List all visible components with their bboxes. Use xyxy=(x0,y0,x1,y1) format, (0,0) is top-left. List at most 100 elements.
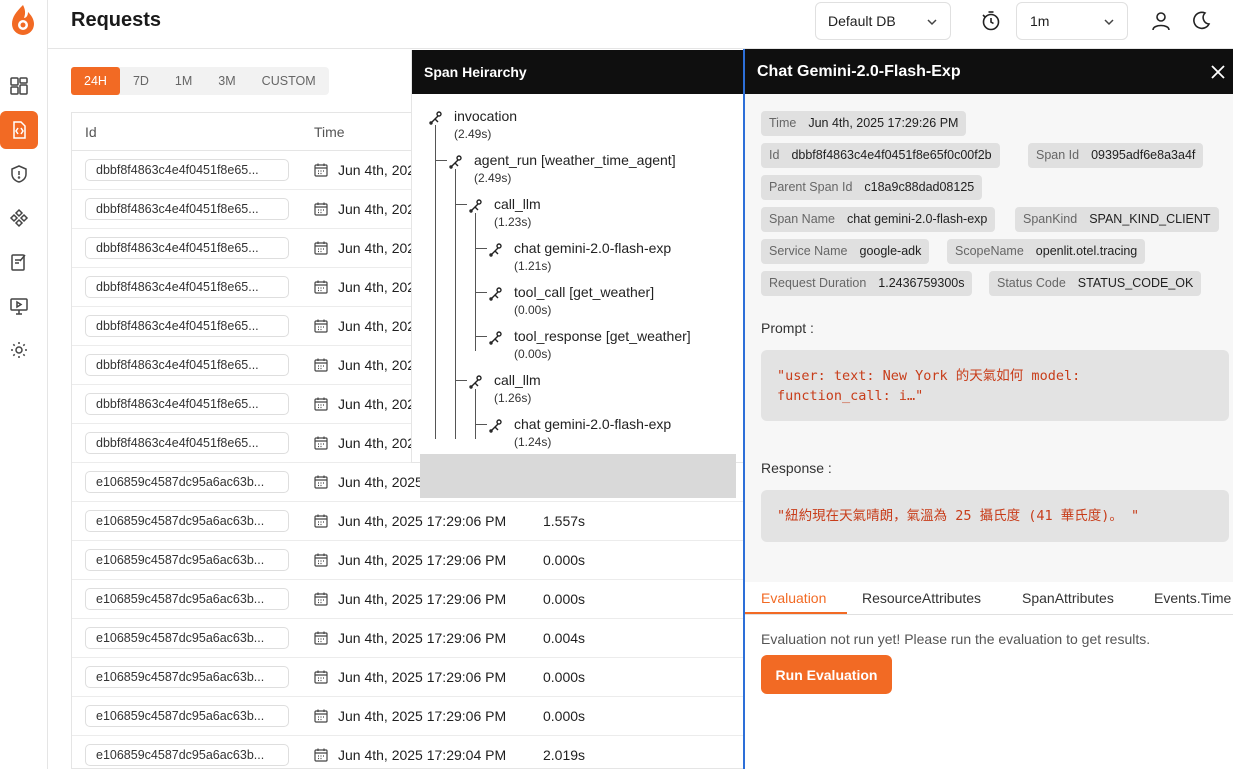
tab-span-attributes[interactable]: SpanAttributes xyxy=(1022,590,1114,606)
sidebar-item-dashboard[interactable] xyxy=(0,67,38,105)
sidebar-item-components[interactable] xyxy=(0,199,38,237)
request-id-chip[interactable]: dbbf8f4863c4e4f0451f8e65... xyxy=(85,237,289,259)
table-row[interactable]: e106859c4587dc95a6ac63b... Jun 4th, 2025 … xyxy=(72,697,743,736)
request-id-chip[interactable]: dbbf8f4863c4e4f0451f8e65... xyxy=(85,393,289,415)
sidebar-item-prompts[interactable] xyxy=(0,243,38,281)
request-id-chip[interactable]: e106859c4587dc95a6ac63b... xyxy=(85,588,289,610)
span-duration: (1.24s) xyxy=(514,435,552,449)
table-row[interactable]: e106859c4587dc95a6ac63b... Jun 4th, 2025 … xyxy=(72,619,743,658)
attr-chip-id: Id dbbf8f4863c4e4f0451f8e65f0c00f2b xyxy=(761,143,1000,168)
calendar-icon xyxy=(314,436,328,450)
table-row[interactable]: e106859c4587dc95a6ac63b... Jun 4th, 2025 … xyxy=(72,736,743,769)
request-id-chip[interactable]: e106859c4587dc95a6ac63b... xyxy=(85,627,289,649)
request-id-chip[interactable]: dbbf8f4863c4e4f0451f8e65... xyxy=(85,354,289,376)
request-id-chip[interactable]: e106859c4587dc95a6ac63b... xyxy=(85,744,289,766)
table-row[interactable]: e106859c4587dc95a6ac63b... Jun 4th, 2025 … xyxy=(72,502,743,541)
request-id-chip[interactable]: e106859c4587dc95a6ac63b... xyxy=(85,705,289,727)
tree-line xyxy=(455,380,467,381)
attr-chip-span-id: Span Id 09395adf6e8a3a4f xyxy=(1028,143,1204,168)
column-header-id[interactable]: Id xyxy=(85,124,97,140)
tab-resource-attributes[interactable]: ResourceAttributes xyxy=(862,590,981,606)
column-header-time[interactable]: Time xyxy=(314,124,345,140)
close-icon[interactable] xyxy=(1209,63,1227,81)
request-time: Jun 4th, 2025 17:29:06 PM xyxy=(338,552,507,568)
refresh-timer-icon[interactable] xyxy=(980,10,1002,32)
span-label: call_llm xyxy=(494,372,541,388)
prompt-line: function_call: i…" xyxy=(777,388,924,404)
span-icon xyxy=(489,243,502,257)
time-filter-7d[interactable]: 7D xyxy=(120,67,162,95)
time-filter-24h[interactable]: 24H xyxy=(71,67,120,95)
request-id-chip[interactable]: dbbf8f4863c4e4f0451f8e65... xyxy=(85,276,289,298)
sidebar xyxy=(0,0,48,769)
sidebar-item-requests[interactable] xyxy=(0,111,38,149)
database-select[interactable]: Default DB xyxy=(815,2,951,40)
request-duration: 0.000s xyxy=(543,591,586,607)
span-duration: (0.00s) xyxy=(514,303,552,317)
request-id-chip[interactable]: e106859c4587dc95a6ac63b... xyxy=(85,549,289,571)
time-filter-3m[interactable]: 3M xyxy=(205,67,248,95)
span-tree-node[interactable]: chat gemini-2.0-flash-exp (1.24s) xyxy=(488,416,728,456)
span-detail-header: Chat Gemini-2.0-Flash-Exp xyxy=(745,49,1233,94)
request-duration: 0.000s xyxy=(543,669,586,685)
tab-events-time[interactable]: Events.Time xyxy=(1154,590,1231,606)
span-label: chat gemini-2.0-flash-exp xyxy=(514,416,672,432)
request-time: Jun 4th, 2025 17:29:06 PM xyxy=(338,591,507,607)
request-duration: 1.557s xyxy=(543,513,586,529)
sidebar-item-guardrails[interactable] xyxy=(0,155,38,193)
calendar-icon xyxy=(314,748,328,762)
span-duration: (1.26s) xyxy=(494,391,532,405)
request-time: Jun 4th, 2025 17:29:06 PM xyxy=(338,708,507,724)
tree-line xyxy=(435,160,447,161)
request-id-chip[interactable]: e106859c4587dc95a6ac63b... xyxy=(85,510,289,532)
span-tree-node[interactable]: chat gemini-2.0-flash-exp (1.21s) xyxy=(488,240,728,280)
evaluation-message: Evaluation not run yet! Please run the e… xyxy=(761,631,1151,647)
table-row[interactable]: e106859c4587dc95a6ac63b... Jun 4th, 2025 … xyxy=(72,580,743,619)
request-time: Jun 4th, 2025 17:29:06 PM xyxy=(338,630,507,646)
span-tree-node[interactable]: invocation (2.49s) xyxy=(428,108,728,148)
time-filter-1m[interactable]: 1M xyxy=(162,67,205,95)
app: Requests Default DB 1m 24H 7D 1M 3M CUST… xyxy=(0,0,1233,769)
attr-chip-status-code: Status Code STATUS_CODE_OK xyxy=(989,271,1202,296)
top-bar: Requests Default DB 1m xyxy=(48,0,1233,49)
run-evaluation-button[interactable]: Run Evaluation xyxy=(761,655,892,694)
calendar-icon xyxy=(314,202,328,216)
table-row[interactable]: e106859c4587dc95a6ac63b... Jun 4th, 2025 … xyxy=(72,541,743,580)
span-tree-node[interactable]: call_llm (1.26s) xyxy=(468,372,728,412)
calendar-icon xyxy=(314,280,328,294)
request-id-chip[interactable]: e106859c4587dc95a6ac63b... xyxy=(85,666,289,688)
refresh-interval-select[interactable]: 1m xyxy=(1016,2,1128,40)
moon-icon[interactable] xyxy=(1190,10,1212,32)
response-label: Response : xyxy=(761,460,832,476)
attr-chip-service-name: Service Name google-adk xyxy=(761,239,930,264)
request-id-chip[interactable]: dbbf8f4863c4e4f0451f8e65... xyxy=(85,159,289,181)
refresh-interval-value: 1m xyxy=(1030,13,1050,29)
prompt-icon xyxy=(11,254,26,271)
request-time: Jun 4th, 2025 17:29:06 PM xyxy=(338,513,507,529)
span-tree-node[interactable]: tool_call [get_weather] (0.00s) xyxy=(488,284,728,324)
span-tree-node[interactable]: agent_run [weather_time_agent] (2.49s) xyxy=(448,152,728,192)
span-icon xyxy=(489,331,502,345)
attr-chip-request-duration: Request Duration 1.2436759300s xyxy=(761,271,973,296)
request-id-chip[interactable]: dbbf8f4863c4e4f0451f8e65... xyxy=(85,198,289,220)
calendar-icon xyxy=(314,241,328,255)
attr-chip-time: Time Jun 4th, 2025 17:29:26 PM xyxy=(761,111,967,136)
attr-chip-span-kind: SpanKind SPAN_KIND_CLIENT xyxy=(1015,207,1219,232)
logo-icon[interactable] xyxy=(6,2,40,38)
time-filter-custom[interactable]: CUSTOM xyxy=(249,67,329,95)
span-detail-title: Chat Gemini-2.0-Flash-Exp xyxy=(757,63,961,80)
evaluation-tab-content: Evaluation not run yet! Please run the e… xyxy=(745,615,1233,769)
tab-evaluation[interactable]: Evaluation xyxy=(761,590,826,606)
table-row[interactable]: e106859c4587dc95a6ac63b... Jun 4th, 2025 … xyxy=(72,658,743,697)
span-tree-node[interactable]: call_llm (1.23s) xyxy=(468,196,728,236)
request-id-chip[interactable]: e106859c4587dc95a6ac63b... xyxy=(85,471,289,493)
user-icon[interactable] xyxy=(1150,10,1172,32)
span-tree-node[interactable]: tool_response [get_weather] (0.00s) xyxy=(488,328,728,368)
components-icon xyxy=(9,208,29,228)
request-id-chip[interactable]: dbbf8f4863c4e4f0451f8e65... xyxy=(85,432,289,454)
request-id-chip[interactable]: dbbf8f4863c4e4f0451f8e65... xyxy=(85,315,289,337)
sidebar-item-monitor[interactable] xyxy=(0,287,38,325)
span-detail-panel: Chat Gemini-2.0-Flash-Exp Time Jun 4th, 2… xyxy=(743,49,1233,769)
sidebar-item-settings[interactable] xyxy=(0,331,38,369)
calendar-icon xyxy=(314,475,328,489)
